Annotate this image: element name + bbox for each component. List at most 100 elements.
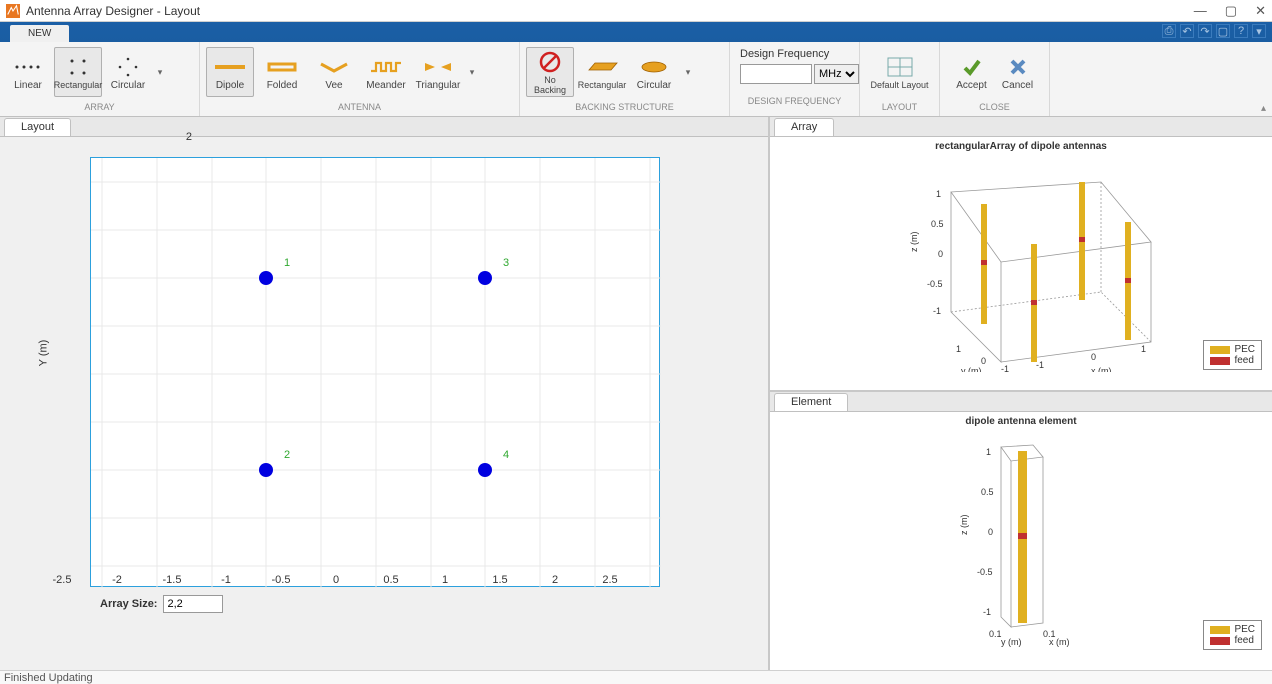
ribbon-group-antenna: Dipole Folded Vee Meander Triangular ▾ A…: [200, 42, 520, 116]
xtick: 2: [540, 574, 570, 586]
qa-help-icon[interactable]: ?: [1234, 24, 1248, 38]
array-circular-button[interactable]: Circular: [106, 47, 150, 97]
xtick: -1.5: [157, 574, 187, 586]
antenna-meander-button[interactable]: Meander: [362, 47, 410, 97]
xtick: -2: [102, 574, 132, 586]
layout-plot[interactable]: Y (m) 2 1.5 1 0.5 0 -0.5 -1 -1.5 -2 1: [0, 137, 768, 670]
minimize-button[interactable]: —: [1194, 3, 1207, 18]
status-bar: Finished Updating: [0, 670, 1272, 684]
xtick: -0.5: [266, 574, 296, 586]
ribbon-group-layout: Default Layout LAYOUT: [860, 42, 940, 116]
legend-feed: feed: [1234, 635, 1253, 646]
workspace: Layout Y (m) 2 1.5 1 0.5 0 -0.5 -1 -1.5 …: [0, 117, 1272, 670]
element-viz[interactable]: dipole antenna element 10.50-0.5-1 z (m)…: [770, 412, 1272, 670]
svg-text:z (m): z (m): [909, 232, 919, 253]
array-group-label: ARRAY: [0, 102, 199, 116]
backing-group-label: BACKING STRUCTURE: [520, 102, 729, 116]
tab-layout[interactable]: Layout: [4, 118, 71, 136]
xtick: 1.5: [485, 574, 515, 586]
ribbon-group-close: Accept Cancel CLOSE: [940, 42, 1050, 116]
svg-text:y (m): y (m): [1001, 637, 1022, 647]
svg-text:3: 3: [503, 257, 509, 269]
svg-text:z (m): z (m): [959, 515, 969, 536]
element-viz-pane: Element dipole antenna element 10.50-0.5…: [770, 392, 1272, 670]
accept-button[interactable]: Accept: [951, 47, 993, 97]
svg-text:-0.5: -0.5: [927, 279, 943, 289]
antenna-dipole-button[interactable]: Dipole: [206, 47, 254, 97]
ribbon-group-frequency: Design Frequency MHz DESIGN FREQUENCY: [730, 42, 860, 116]
svg-text:0: 0: [981, 356, 986, 366]
default-layout-button[interactable]: Default Layout: [866, 47, 933, 97]
qa-icon-3[interactable]: ↷: [1198, 24, 1212, 38]
array-dropdown[interactable]: ▾: [154, 67, 166, 78]
svg-text:4: 4: [503, 449, 509, 461]
antenna-triangular-button[interactable]: Triangular: [414, 47, 462, 97]
array-rectangular-button[interactable]: Rectangular: [54, 47, 102, 97]
svg-text:1: 1: [1141, 344, 1146, 354]
qa-icon-1[interactable]: ⎙: [1162, 24, 1176, 38]
cancel-label: Cancel: [1002, 80, 1033, 91]
xtick: 1: [430, 574, 460, 586]
plot-frame: 1 2 3 4: [90, 157, 660, 587]
right-pane: Array rectangularArray of dipole antenna…: [770, 117, 1272, 670]
window-title: Antenna Array Designer - Layout: [26, 4, 1194, 18]
freq-input[interactable]: [740, 64, 812, 84]
ribbon: Linear Rectangular Circular ▾ ARRAY Dipo…: [0, 42, 1272, 117]
antenna-vee-button[interactable]: Vee: [310, 47, 358, 97]
freq-label: Design Frequency: [740, 48, 849, 60]
tab-element[interactable]: Element: [774, 393, 848, 411]
close-window-button[interactable]: ✕: [1255, 3, 1266, 19]
backing-circular-button[interactable]: Circular: [630, 47, 678, 97]
backing-none-button[interactable]: No Backing: [526, 47, 574, 97]
legend-feed: feed: [1234, 355, 1253, 366]
antenna-folded-button[interactable]: Folded: [258, 47, 306, 97]
svg-text:-1: -1: [933, 306, 941, 316]
array-linear-button[interactable]: Linear: [6, 47, 50, 97]
array-3d-svg: 10.50-0.5-1 z (m) 10-1 y (m) -101 x (m): [841, 152, 1201, 372]
backing-none-label: No Backing: [527, 75, 573, 95]
svg-text:y (m): y (m): [961, 366, 982, 372]
cancel-button[interactable]: Cancel: [997, 47, 1039, 97]
qa-icon-5[interactable]: ▾: [1252, 24, 1266, 38]
xtick: 2.5: [595, 574, 625, 586]
close-group-label: CLOSE: [940, 102, 1049, 116]
accept-label: Accept: [956, 80, 987, 91]
quick-access-icons: ⎙ ↶ ↷ ▢ ? ▾: [1162, 24, 1266, 38]
antenna-folded-label: Folded: [267, 80, 298, 91]
layout-ylabel: Y (m): [37, 340, 49, 367]
layout-pane: Layout Y (m) 2 1.5 1 0.5 0 -0.5 -1 -1.5 …: [0, 117, 770, 670]
svg-text:1: 1: [986, 447, 991, 457]
backing-rectangular-button[interactable]: Rectangular: [578, 47, 626, 97]
svg-text:0.5: 0.5: [981, 487, 994, 497]
ribbon-tab-row: NEW ⎙ ↶ ↷ ▢ ? ▾: [0, 22, 1272, 42]
backing-dropdown[interactable]: ▾: [682, 67, 694, 78]
layout-tabstrip: Layout: [0, 117, 768, 137]
qa-icon-4[interactable]: ▢: [1216, 24, 1230, 38]
antenna-meander-label: Meander: [366, 80, 405, 91]
element-3d-svg: 10.50-0.5-1 z (m) 0.1y (m) 0.1x (m): [871, 427, 1171, 647]
element-viz-title: dipole antenna element: [770, 412, 1272, 427]
title-bar: Antenna Array Designer - Layout — ▢ ✕: [0, 0, 1272, 22]
layout-group-label: LAYOUT: [860, 102, 939, 116]
svg-text:0.1: 0.1: [989, 629, 1002, 639]
svg-text:-1: -1: [1001, 364, 1009, 372]
maximize-button[interactable]: ▢: [1225, 3, 1237, 19]
array-size-label: Array Size:: [100, 598, 157, 610]
tab-new[interactable]: NEW: [10, 25, 69, 42]
qa-icon-2[interactable]: ↶: [1180, 24, 1194, 38]
array-viz[interactable]: rectangularArray of dipole antennas 10.5…: [770, 137, 1272, 390]
antenna-vee-label: Vee: [325, 80, 342, 91]
array-linear-label: Linear: [14, 80, 42, 91]
svg-text:0: 0: [938, 249, 943, 259]
svg-text:1: 1: [936, 189, 941, 199]
antenna-dropdown[interactable]: ▾: [466, 67, 478, 78]
svg-text:x (m): x (m): [1091, 366, 1112, 372]
svg-text:1: 1: [956, 344, 961, 354]
freq-unit-select[interactable]: MHz: [814, 64, 859, 84]
ytick: 2: [152, 131, 192, 143]
default-layout-label: Default Layout: [870, 80, 928, 90]
array-size-input[interactable]: [163, 595, 223, 613]
collapse-ribbon-icon[interactable]: ▴: [1261, 103, 1266, 114]
tab-array[interactable]: Array: [774, 118, 834, 136]
xtick: -1: [211, 574, 241, 586]
